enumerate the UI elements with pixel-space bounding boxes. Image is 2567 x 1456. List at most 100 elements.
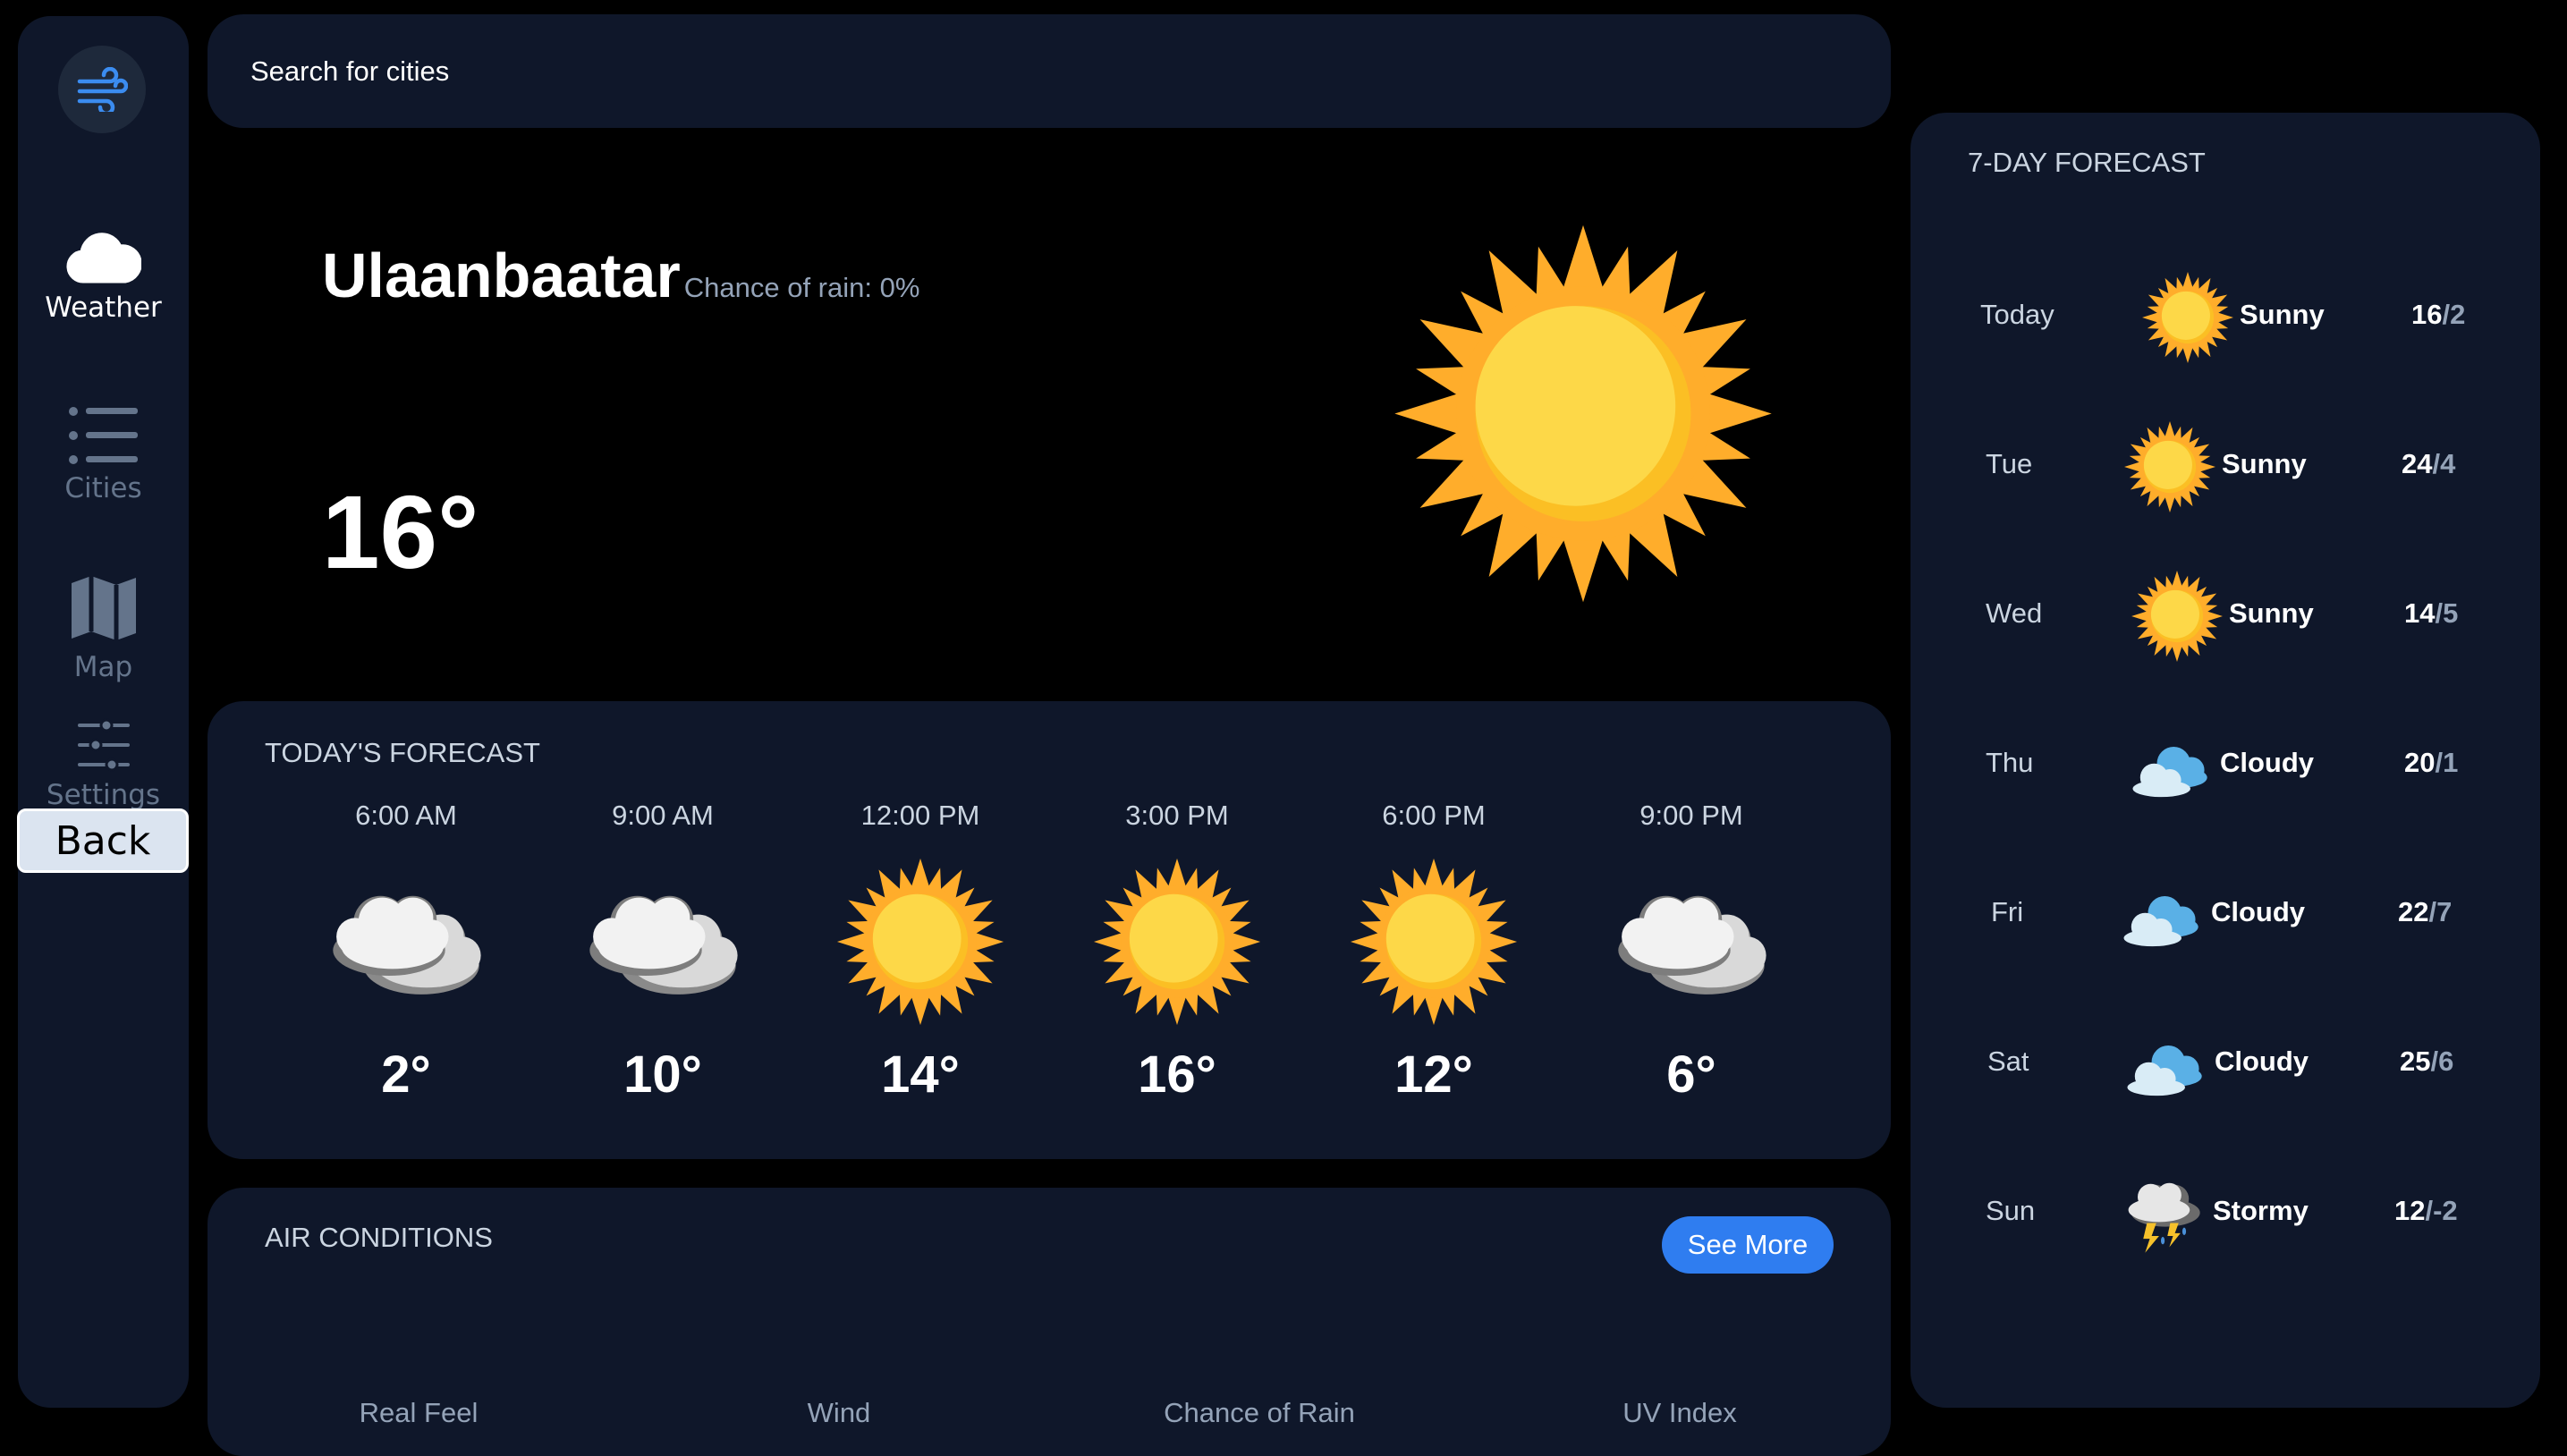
day-name: Today xyxy=(1980,299,2054,330)
hourly-forecast-item: 9:00 PM 6° xyxy=(1602,800,1781,1105)
day-high: 22 xyxy=(2398,896,2429,927)
search-bar xyxy=(208,14,1891,128)
day-temp-range: 24/4 xyxy=(2402,448,2455,480)
current-temperature: 16° xyxy=(322,474,479,590)
day-condition: Sunny xyxy=(2240,299,2325,330)
hourly-forecast-item: 6:00 PM 12° xyxy=(1344,800,1523,1105)
air-condition-label: Chance of Rain xyxy=(1164,1397,1355,1428)
daily-forecast-row: Sat Cloudy 25/6 xyxy=(1910,1015,2540,1113)
see-more-button[interactable]: See More xyxy=(1662,1216,1834,1274)
daily-forecast-row: Fri Cloudy 22/7 xyxy=(1910,866,2540,964)
city-name: Ulaanbaatar xyxy=(322,241,681,310)
day-temp-range: 25/6 xyxy=(2400,1045,2453,1078)
section-title: 7-DAY FORECAST xyxy=(1968,147,2206,178)
logo xyxy=(58,46,146,133)
air-conditions-panel: AIR CONDITIONS See More Real Feel Wind C… xyxy=(208,1188,1891,1456)
cloud-icon xyxy=(321,857,491,1027)
hour-time: 6:00 PM xyxy=(1382,800,1486,831)
cloud-icon xyxy=(2113,873,2206,966)
day-name: Thu xyxy=(1986,747,2034,778)
storm-icon xyxy=(2114,1166,2207,1259)
sidebar-item-label: Weather xyxy=(45,292,162,324)
daily-forecast-row: Sun Stormy 12/-2 xyxy=(1910,1164,2540,1263)
day-high: 14 xyxy=(2404,597,2436,629)
sun-icon xyxy=(1349,857,1519,1027)
day-high: 20 xyxy=(2404,747,2436,778)
day-temp-range: 20/1 xyxy=(2404,747,2458,779)
day-condition: Cloudy xyxy=(2220,747,2315,778)
back-button[interactable]: Back xyxy=(17,808,189,873)
hour-temp: 6° xyxy=(1666,1045,1716,1104)
day-high: 25 xyxy=(2400,1045,2431,1077)
sidebar-item-label: Settings xyxy=(46,779,161,811)
hour-temp: 16° xyxy=(1138,1045,1216,1104)
sliders-icon xyxy=(77,718,130,772)
cloud-icon xyxy=(66,233,141,284)
sidebar-item-weather[interactable]: Weather xyxy=(18,229,189,324)
sun-icon xyxy=(2123,420,2216,513)
day-name: Tue xyxy=(1986,448,2033,479)
hour-time: 3:00 PM xyxy=(1125,800,1229,831)
day-temp-range: 12/-2 xyxy=(2394,1195,2458,1227)
day-condition: Cloudy xyxy=(2215,1045,2309,1077)
hourly-forecast-item: 9:00 AM 10° xyxy=(573,800,752,1105)
hour-time: 12:00 PM xyxy=(860,800,980,831)
cloud-icon xyxy=(2116,1022,2209,1115)
sun-icon xyxy=(835,857,1005,1027)
wind-icon xyxy=(77,67,128,112)
hour-time: 6:00 AM xyxy=(355,800,457,831)
air-condition-label: UV Index xyxy=(1622,1397,1737,1428)
sun-icon xyxy=(2141,271,2234,364)
hour-temp: 2° xyxy=(381,1045,431,1104)
day-temp-range: 22/7 xyxy=(2398,896,2452,928)
hour-temp: 12° xyxy=(1394,1045,1473,1104)
day-low: /4 xyxy=(2432,448,2456,479)
sun-icon xyxy=(1391,219,1775,608)
hour-time: 9:00 PM xyxy=(1639,800,1743,831)
todays-forecast-panel: TODAY'S FORECAST 6:00 AM 2° 9:00 AM 10° … xyxy=(208,701,1891,1159)
daily-forecast-row: Tue Sunny 24/4 xyxy=(1910,418,2540,516)
day-high: 24 xyxy=(2402,448,2433,479)
day-name: Wed xyxy=(1986,597,2043,629)
day-condition: Cloudy xyxy=(2211,896,2306,927)
day-temp-range: 14/5 xyxy=(2404,597,2458,630)
hour-time: 9:00 AM xyxy=(612,800,714,831)
sidebar: Weather Cities Map Settings xyxy=(18,16,189,1408)
day-high: 12 xyxy=(2394,1195,2426,1226)
day-condition: Sunny xyxy=(2222,448,2307,479)
hour-temp: 10° xyxy=(623,1045,702,1104)
day-low: /1 xyxy=(2435,747,2459,778)
current-weather-header: Ulaanbaatar Chance of rain: 0% xyxy=(322,240,919,311)
daily-forecast-row: Thu Cloudy 20/1 xyxy=(1910,716,2540,815)
rain-chance: Chance of rain: 0% xyxy=(683,272,920,303)
sidebar-item-label: Cities xyxy=(64,472,142,504)
seven-day-forecast-panel: 7-DAY FORECAST Today Sunny 16/2 Tue Sunn… xyxy=(1910,113,2540,1408)
day-condition: Sunny xyxy=(2229,597,2314,629)
day-name: Sun xyxy=(1986,1195,2036,1226)
sun-icon xyxy=(2131,570,2224,663)
sun-icon xyxy=(1092,857,1262,1027)
hour-temp: 14° xyxy=(881,1045,960,1104)
cloud-icon xyxy=(1606,857,1776,1027)
cloud-icon xyxy=(2122,724,2215,817)
day-temp-range: 16/2 xyxy=(2411,299,2465,331)
day-low: /2 xyxy=(2442,299,2466,330)
cloud-icon xyxy=(578,857,748,1027)
day-high: 16 xyxy=(2411,299,2443,330)
air-condition-label: Wind xyxy=(807,1397,871,1428)
hourly-forecast-item: 3:00 PM 16° xyxy=(1088,800,1267,1105)
list-icon xyxy=(68,407,138,464)
day-low: /-2 xyxy=(2425,1195,2458,1226)
sidebar-item-cities[interactable]: Cities xyxy=(18,406,189,504)
sidebar-item-map[interactable]: Map xyxy=(18,572,189,683)
day-name: Fri xyxy=(1991,896,2024,927)
sidebar-item-label: Map xyxy=(73,651,133,683)
day-name: Sat xyxy=(1987,1045,2029,1077)
section-title: TODAY'S FORECAST xyxy=(265,737,540,768)
section-title: AIR CONDITIONS xyxy=(265,1222,493,1253)
hourly-forecast-item: 6:00 AM 2° xyxy=(317,800,496,1105)
day-condition: Stormy xyxy=(2213,1195,2309,1226)
search-input[interactable] xyxy=(250,55,1891,88)
map-icon xyxy=(71,576,136,640)
sidebar-item-settings[interactable]: Settings xyxy=(18,718,189,811)
